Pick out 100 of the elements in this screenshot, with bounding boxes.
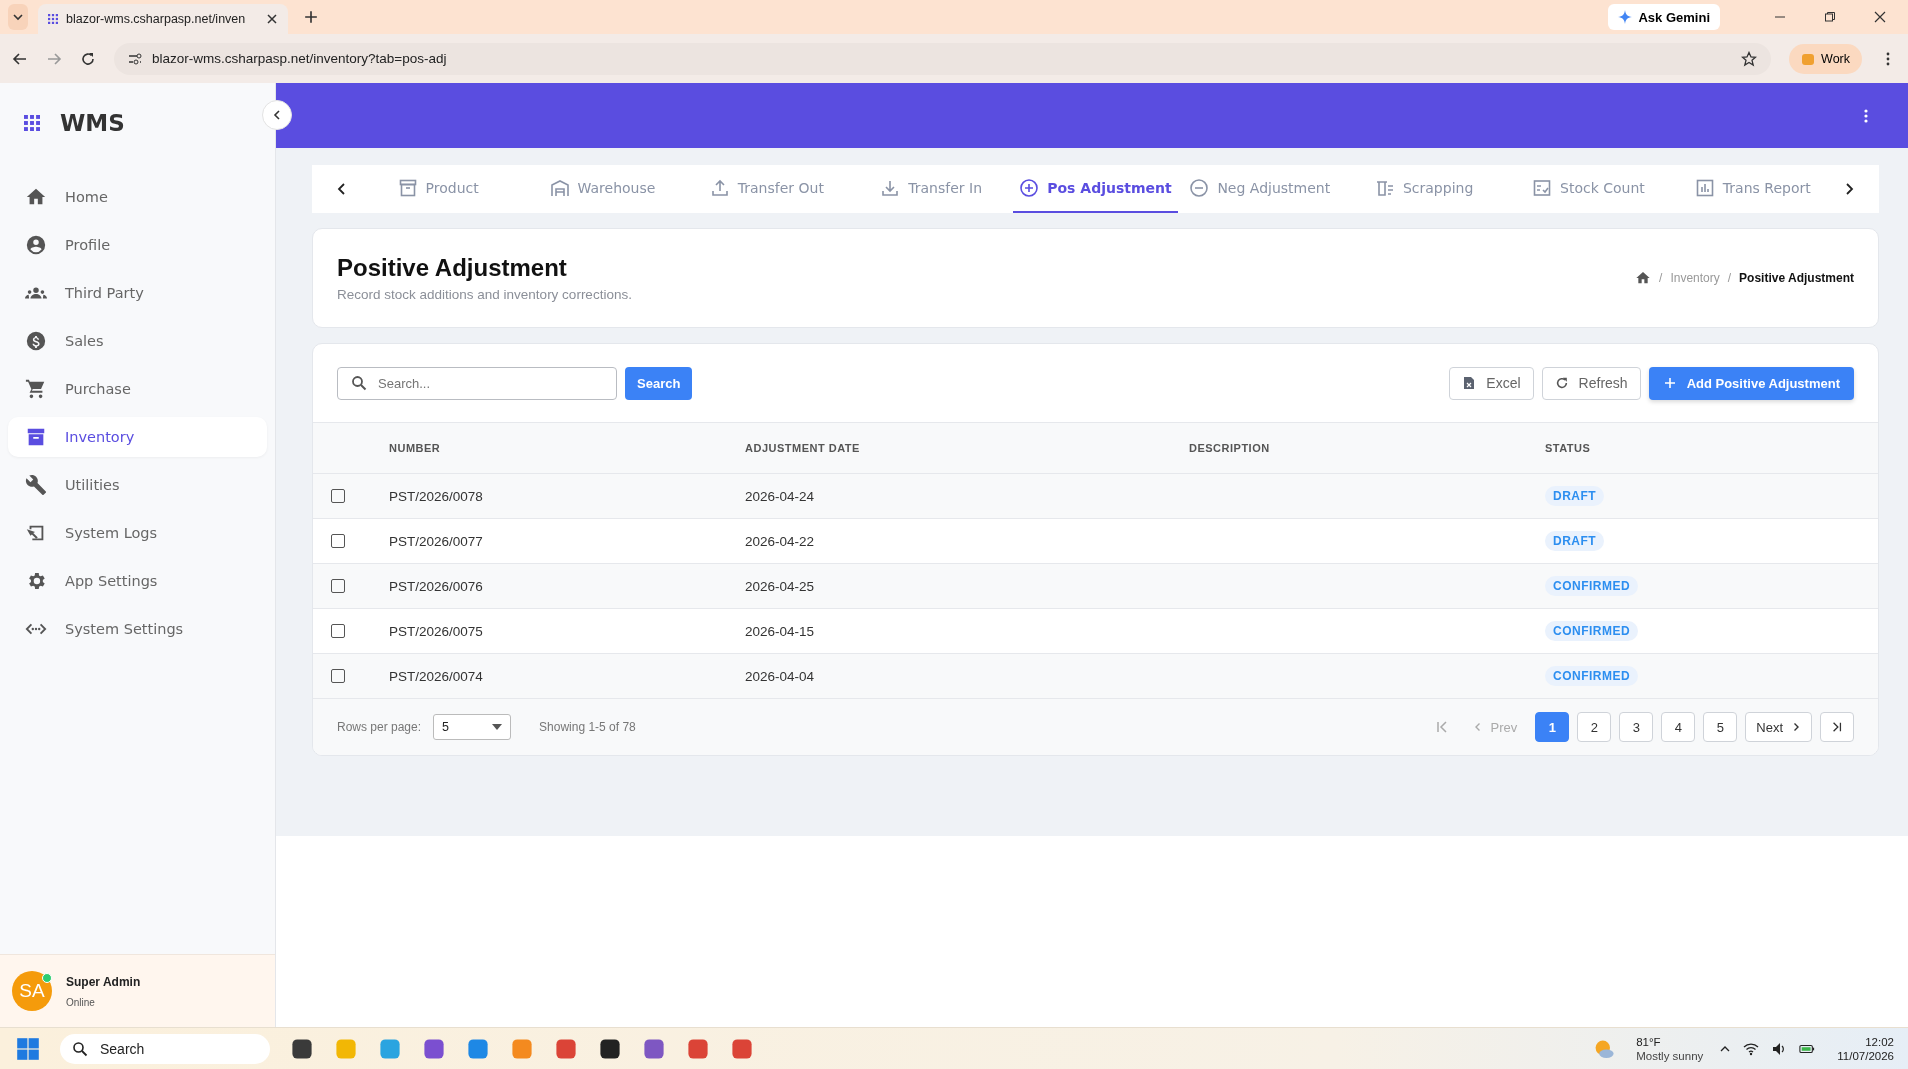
- rows-per-page-select[interactable]: 5: [433, 714, 512, 740]
- tab[interactable]: Pos Adjustment: [1013, 165, 1178, 213]
- table-cell-text: 2026-04-22: [745, 533, 816, 549]
- showing-count: Showing 1-5 of 78: [539, 720, 636, 734]
- user-name: Super Admin: [66, 974, 141, 989]
- page-subtitle: Record stock additions and inventory corrections.: [337, 287, 633, 302]
- table-cell-text: 2026-04-25: [745, 578, 816, 594]
- restore-icon[interactable]: [1824, 11, 1836, 23]
- warehouse-icon: [549, 178, 570, 198]
- grid-icon[interactable]: [24, 115, 40, 131]
- upload-icon: [709, 178, 730, 198]
- browser-tab[interactable]: blazor-wms.csharpasp.net/inven: [38, 4, 288, 34]
- sidebar-item[interactable]: Purchase: [8, 369, 267, 409]
- checkbox[interactable]: [331, 624, 345, 638]
- sidebar-item[interactable]: Profile: [8, 225, 267, 265]
- home-icon[interactable]: [1635, 270, 1652, 286]
- plus-icon: [1662, 376, 1677, 390]
- sidebar-item[interactable]: System Logs: [8, 513, 267, 553]
- table-cell-text: 2026-04-15: [745, 623, 816, 639]
- column-header: NUMBER: [389, 442, 442, 454]
- status-badge: CONFIRMED: [1545, 621, 1639, 641]
- search-field[interactable]: Search...: [337, 366, 617, 400]
- table-cell-text: 2026-04-24: [745, 488, 816, 504]
- close-icon[interactable]: [1874, 11, 1886, 23]
- grid-icon: [48, 14, 58, 24]
- table-cell-text: PST/2026/0076: [389, 578, 484, 594]
- sidebar-item[interactable]: System Settings: [8, 609, 267, 649]
- checkbox[interactable]: [331, 669, 345, 683]
- cart-icon: [25, 378, 47, 400]
- new-tab-icon[interactable]: [304, 10, 318, 24]
- breadcrumb-separator: /: [1727, 271, 1732, 285]
- table-cell-text: PST/2026/0078: [389, 488, 484, 504]
- table-cell-text: PST/2026/0075: [389, 623, 484, 639]
- tab[interactable]: Product: [356, 165, 521, 213]
- weather-text: Mostly sunny: [1636, 1049, 1704, 1062]
- column-header: STATUS: [1545, 442, 1592, 454]
- close-icon[interactable]: [266, 13, 278, 25]
- ask-gemini-button[interactable]: Ask Gemini: [1608, 4, 1720, 30]
- add-button[interactable]: Add Positive Adjustment: [1648, 366, 1854, 400]
- sidebar-item[interactable]: App Settings: [8, 561, 267, 601]
- tab[interactable]: Neg Adjustment: [1177, 165, 1342, 213]
- taskbar-search[interactable]: Search: [60, 1033, 270, 1064]
- tab[interactable]: Scrapping: [1341, 165, 1507, 213]
- page-button[interactable]: 2: [1577, 712, 1612, 742]
- page-button[interactable]: 3: [1619, 712, 1654, 742]
- status-badge: CONFIRMED: [1545, 576, 1639, 596]
- page-button[interactable]: 5: [1703, 712, 1738, 742]
- excel-button[interactable]: Excel: [1449, 366, 1534, 400]
- address-bar[interactable]: blazor-wms.csharpasp.net/inventory?tab=pos-adj: [114, 42, 1772, 75]
- collapse-button[interactable]: [262, 100, 292, 130]
- chevron-right-icon: [1791, 722, 1801, 732]
- chevron-down-icon[interactable]: [8, 4, 28, 30]
- checkbox[interactable]: [331, 579, 345, 593]
- table-cell-text: PST/2026/0077: [389, 533, 484, 549]
- clock-date: 11/07/2026: [1837, 1049, 1894, 1062]
- status-badge: CONFIRMED: [1545, 666, 1639, 686]
- refresh-button[interactable]: Refresh: [1541, 366, 1641, 400]
- dollar-icon: [25, 330, 47, 352]
- app-icon[interactable]: [598, 1036, 622, 1061]
- tab[interactable]: Stock Count: [1506, 165, 1671, 213]
- breadcrumb-item: Positive Adjustment: [1739, 271, 1854, 285]
- back-icon[interactable]: [12, 50, 28, 67]
- tab[interactable]: Trans Report: [1670, 165, 1835, 213]
- profile-button[interactable]: Work: [1789, 43, 1862, 74]
- checkbox[interactable]: [331, 534, 345, 548]
- temperature: 81°F: [1636, 1035, 1662, 1048]
- tab[interactable]: Transfer Out: [684, 165, 849, 213]
- sidebar-item[interactable]: Sales: [8, 321, 267, 361]
- box-icon: [397, 178, 418, 198]
- star-icon[interactable]: [1741, 50, 1758, 67]
- file-icon: [1462, 376, 1477, 390]
- minus-circle-icon: [1189, 178, 1210, 198]
- tab[interactable]: Warehouse: [520, 165, 685, 213]
- page-button[interactable]: 4: [1661, 712, 1696, 742]
- breadcrumb-item[interactable]: Inventory: [1670, 271, 1720, 285]
- sidebar-item[interactable]: Home: [8, 177, 267, 217]
- refresh-icon: [1554, 376, 1569, 390]
- site-settings-icon[interactable]: [128, 51, 142, 66]
- status-badge: DRAFT: [1545, 486, 1605, 506]
- sidebar-item[interactable]: Inventory: [8, 417, 267, 457]
- breadcrumb-separator: /: [1659, 271, 1663, 285]
- bar-chart-icon: [1694, 178, 1715, 198]
- archive-box-icon: [25, 426, 47, 448]
- checkbox[interactable]: [331, 489, 345, 503]
- sidebar-item[interactable]: Utilities: [8, 465, 267, 505]
- page-button[interactable]: 1: [1535, 712, 1570, 742]
- chevron-left-icon: [271, 109, 283, 121]
- brand-name: WMS: [60, 110, 125, 136]
- user-status: Online: [66, 996, 96, 1008]
- next-button[interactable]: Next: [1745, 712, 1812, 742]
- search-button[interactable]: Search: [625, 366, 693, 400]
- wrench-icon: [25, 474, 47, 496]
- sidebar-item[interactable]: Third Party: [8, 273, 267, 313]
- windows-start-icon[interactable]: [16, 1036, 40, 1061]
- last-page-button[interactable]: [1820, 712, 1854, 742]
- rows-per-page-label: Rows per page:: [337, 720, 422, 734]
- page-title: Positive Adjustment: [337, 254, 568, 282]
- table-cell-text: 2026-04-04: [745, 668, 816, 684]
- reload-icon[interactable]: [80, 50, 96, 67]
- tab[interactable]: Transfer In: [849, 165, 1014, 213]
